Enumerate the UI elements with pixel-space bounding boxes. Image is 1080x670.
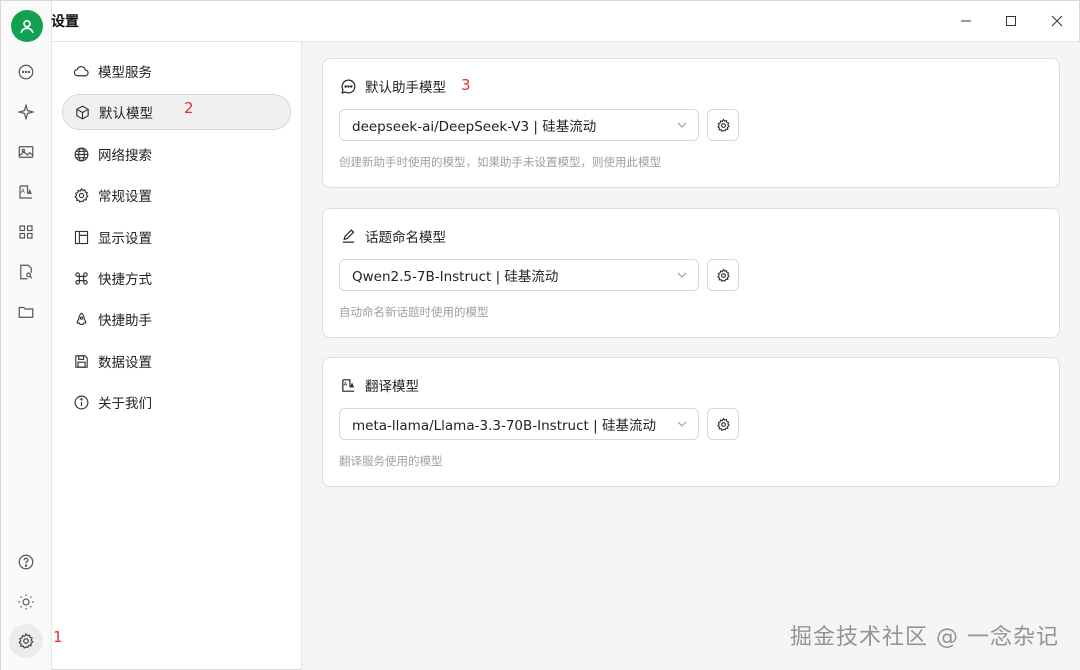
sun-icon[interactable] (14, 590, 38, 614)
folder-icon[interactable] (14, 300, 38, 324)
nav-item-data-settings[interactable]: 数据设置 (62, 343, 291, 379)
annotation-3: 3 (461, 76, 471, 94)
nav-item-label: 显示设置 (98, 231, 152, 247)
close-icon (1051, 15, 1063, 27)
rocket-icon (72, 310, 90, 328)
nav-item-display-settings[interactable]: 显示设置 (62, 219, 291, 255)
help-icon[interactable] (14, 550, 38, 574)
nav-item-label: 网络搜索 (98, 148, 152, 164)
svg-text:A: A (343, 382, 347, 388)
nav-item-default-model[interactable]: 默认模型 (62, 94, 291, 130)
cloud-icon (72, 62, 90, 80)
select-value: meta-llama/Llama-3.3-70B-Instruct | 硅基流动 (352, 418, 656, 434)
translate-model-card: A 翻译模型 meta-llama/Llama-3.3-70B-Instruct… (322, 357, 1060, 487)
card-header: 默认助手模型 (339, 76, 446, 96)
chevron-down-icon (677, 272, 687, 278)
card-description: 创建新助手时使用的模型，如果助手未设置模型，则使用此模型 (339, 155, 661, 169)
nav-item-model-service[interactable]: 模型服务 (62, 53, 291, 89)
pencil-icon (339, 227, 357, 245)
cube-icon (73, 103, 91, 121)
card-description: 翻译服务使用的模型 (339, 454, 443, 468)
maximize-button[interactable] (988, 1, 1034, 41)
nav-item-label: 常规设置 (98, 189, 152, 205)
nav-item-about[interactable]: 关于我们 (62, 384, 291, 420)
card-title: 默认助手模型 (365, 80, 446, 96)
main-content: 默认助手模型 deepseek-ai/DeepSeek-V3 | 硅基流动 创建… (302, 41, 1080, 670)
select-value: deepseek-ai/DeepSeek-V3 | 硅基流动 (352, 119, 597, 135)
title-bar: 设置 (51, 1, 1079, 41)
nav-item-shortcuts[interactable]: 快捷方式 (62, 260, 291, 296)
annotation-1: 1 (53, 628, 63, 646)
gear-icon (716, 118, 730, 132)
gear-icon (72, 186, 90, 204)
user-icon (20, 19, 34, 34)
nav-item-label: 默认模型 (99, 106, 153, 122)
save-icon (72, 352, 90, 370)
annotation-2: 2 (184, 99, 194, 117)
model-select[interactable]: meta-llama/Llama-3.3-70B-Instruct | 硅基流动 (339, 408, 699, 440)
translate-icon[interactable]: A (14, 180, 38, 204)
app-window: A 设置 模型服务 默认模型 网络搜索 常规设置 显示设置 快捷方式 快捷助手 … (0, 0, 1080, 670)
svg-text:A: A (21, 188, 26, 195)
chevron-down-icon (677, 421, 687, 427)
card-header: A 翻译模型 (339, 375, 419, 395)
maximize-icon (1006, 16, 1016, 26)
model-select[interactable]: deepseek-ai/DeepSeek-V3 | 硅基流动 (339, 109, 699, 141)
minimize-button[interactable] (943, 1, 989, 41)
nav-item-label: 快捷方式 (98, 272, 152, 288)
icon-rail: A (1, 1, 52, 670)
nav-item-web-search[interactable]: 网络搜索 (62, 136, 291, 172)
gear-icon (716, 417, 730, 431)
model-select[interactable]: Qwen2.5-7B-Instruct | 硅基流动 (339, 259, 699, 291)
default-assistant-model-card: 默认助手模型 deepseek-ai/DeepSeek-V3 | 硅基流动 创建… (322, 58, 1060, 188)
nav-item-label: 数据设置 (98, 355, 152, 371)
minimize-icon (961, 20, 971, 22)
card-description: 自动命名新话题时使用的模型 (339, 305, 489, 319)
model-settings-button[interactable] (707, 408, 739, 440)
apps-icon[interactable] (14, 220, 38, 244)
nav-item-quick-assistant[interactable]: 快捷助手 (62, 301, 291, 337)
watermark: 掘金技术社区 @ 一念杂记 (790, 625, 1059, 650)
settings-rail-button[interactable] (9, 624, 43, 658)
model-settings-button[interactable] (707, 259, 739, 291)
close-button[interactable] (1034, 1, 1080, 41)
user-avatar[interactable] (11, 10, 43, 42)
card-title: 翻译模型 (365, 379, 419, 395)
select-value: Qwen2.5-7B-Instruct | 硅基流动 (352, 269, 559, 285)
settings-nav: 模型服务 默认模型 网络搜索 常规设置 显示设置 快捷方式 快捷助手 数据设置 (52, 41, 302, 670)
layout-icon (72, 228, 90, 246)
message-icon (339, 77, 357, 95)
image-icon[interactable] (14, 140, 38, 164)
chevron-down-icon (677, 122, 687, 128)
nav-item-label: 模型服务 (98, 65, 152, 81)
model-settings-button[interactable] (707, 109, 739, 141)
gear-icon (716, 268, 730, 282)
globe-icon (72, 145, 90, 163)
gear-icon (18, 632, 34, 649)
sparkle-icon[interactable] (14, 100, 38, 124)
info-icon (72, 393, 90, 411)
nav-item-general-settings[interactable]: 常规设置 (62, 177, 291, 213)
card-title: 话题命名模型 (365, 230, 446, 246)
nav-item-label: 关于我们 (98, 396, 152, 412)
topic-naming-model-card: 话题命名模型 Qwen2.5-7B-Instruct | 硅基流动 自动命名新话… (322, 208, 1060, 338)
file-search-icon[interactable] (14, 260, 38, 284)
card-header: 话题命名模型 (339, 226, 446, 246)
window-title: 设置 (51, 14, 79, 30)
command-icon (72, 269, 90, 287)
chat-icon[interactable] (14, 60, 38, 84)
translate-icon: A (339, 376, 357, 394)
nav-item-label: 快捷助手 (98, 313, 152, 329)
